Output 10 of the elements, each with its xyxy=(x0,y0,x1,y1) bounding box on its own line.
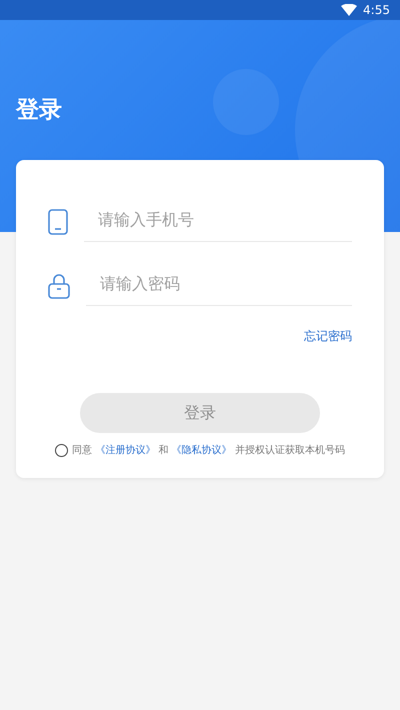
clock-time: 4:55 xyxy=(363,3,390,17)
agreement-link[interactable]: 《注册协议》 xyxy=(95,445,156,456)
agreement-text: 同意 《注册协议》 和 《隐私协议》 并授权认证获取本机号码 xyxy=(72,444,345,457)
lock-icon xyxy=(48,273,70,299)
forgot-password-link[interactable]: 忘记密码 xyxy=(304,328,352,345)
agreement-radio[interactable] xyxy=(55,444,68,456)
page-title: 登录 xyxy=(16,96,62,125)
wifi-icon xyxy=(341,4,358,16)
agreement-link[interactable]: 《隐私协议》 xyxy=(172,445,232,456)
phone-icon xyxy=(48,209,68,235)
